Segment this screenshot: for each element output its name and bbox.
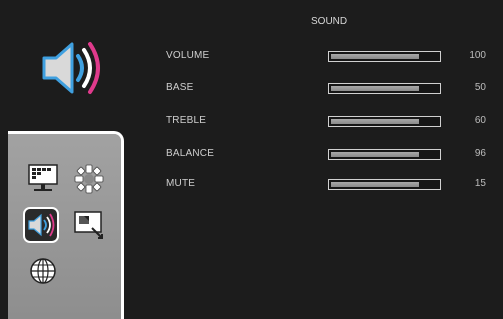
- setting-value: 15: [474, 178, 486, 189]
- setting-value: 100: [469, 50, 486, 61]
- setting-row-balance[interactable]: BALANCE 96: [166, 147, 496, 163]
- volume-slider[interactable]: [328, 51, 441, 62]
- setting-row-volume[interactable]: VOLUME 100: [166, 49, 496, 65]
- setting-row-mute[interactable]: MUTE 15: [166, 177, 496, 193]
- setting-row-treble[interactable]: TREBLE 60: [166, 114, 496, 130]
- language-globe-icon[interactable]: [26, 254, 60, 288]
- setting-label: BALANCE: [166, 148, 215, 159]
- setting-row-base[interactable]: BASE 50: [166, 81, 496, 97]
- sound-speaker-icon: [42, 42, 100, 94]
- base-slider[interactable]: [328, 83, 441, 94]
- mute-slider[interactable]: [328, 179, 441, 190]
- image-adjust-icon[interactable]: [72, 208, 106, 242]
- setting-value: 96: [474, 148, 486, 159]
- sound-icon[interactable]: [23, 207, 59, 243]
- picture-icon[interactable]: [26, 162, 60, 196]
- balance-slider[interactable]: [328, 149, 441, 160]
- menu-panel: [8, 131, 124, 319]
- menu-title: SOUND: [311, 16, 348, 27]
- setting-value: 60: [474, 115, 486, 126]
- setting-label: TREBLE: [166, 115, 207, 126]
- setting-label: BASE: [166, 82, 194, 93]
- osd-window: SOUND VOLUME 100 BASE 50 TREBLE 60 BALAN…: [0, 0, 503, 319]
- setting-value: 50: [474, 82, 486, 93]
- settings-gear-icon[interactable]: [72, 162, 106, 196]
- setting-label: MUTE: [166, 178, 196, 189]
- setting-label: VOLUME: [166, 50, 210, 61]
- treble-slider[interactable]: [328, 116, 441, 127]
